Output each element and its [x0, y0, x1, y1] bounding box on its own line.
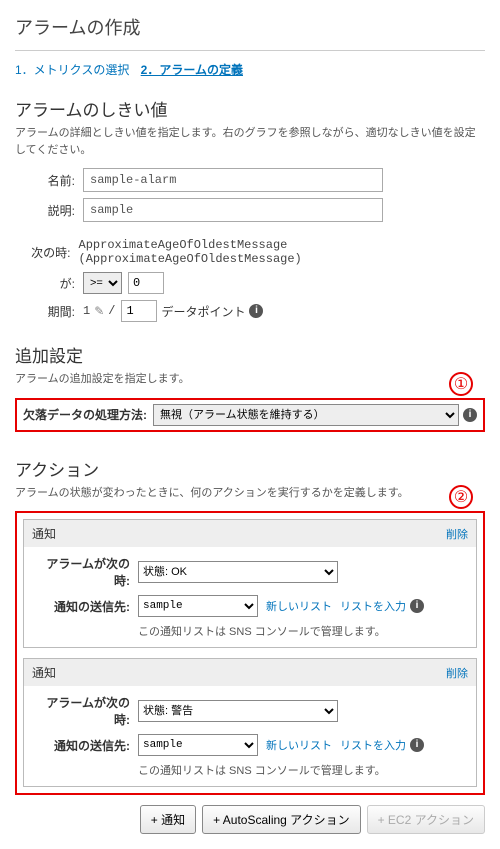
notify-title: 通知	[32, 525, 56, 542]
add-autoscaling-button[interactable]: + AutoScaling アクション	[202, 805, 360, 834]
new-list-link[interactable]: 新しいリスト	[266, 598, 332, 614]
threshold-heading: アラームのしきい値	[15, 96, 485, 121]
callout-actions: ② 通知 削除 アラームが次の時: 状態: OK 通知の送信先: sample	[15, 511, 485, 795]
threshold-desc: アラームの詳細としきい値を指定します。右のグラフを参照しながら、適切なしきい値を…	[15, 125, 485, 158]
step-metrics[interactable]: 1．メトリクスの選択	[15, 63, 129, 77]
when-label: 次の時:	[15, 244, 71, 261]
state-select[interactable]: 状態: 警告	[138, 700, 338, 722]
dest-label: 通知の送信先:	[34, 737, 130, 754]
period-label: 期間:	[15, 303, 75, 320]
info-icon[interactable]: i	[463, 408, 477, 422]
dest-select[interactable]: sample	[138, 595, 258, 617]
metric-name: ApproximateAgeOfOldestMessage (Approxima…	[79, 238, 485, 266]
add-ec2-button: + EC2 アクション	[367, 805, 485, 834]
threshold-input[interactable]	[128, 272, 164, 294]
divider	[15, 50, 485, 51]
alarm-when-label: アラームが次の時:	[34, 555, 130, 589]
callout-marker-1: ①	[449, 372, 473, 396]
enter-list-link[interactable]: リストを入力	[340, 598, 406, 614]
step-define-alarm[interactable]: 2．アラームの定義	[141, 63, 243, 77]
edit-icon[interactable]: ✎	[94, 304, 104, 318]
delete-link[interactable]: 削除	[446, 526, 468, 542]
new-list-link[interactable]: 新しいリスト	[266, 737, 332, 753]
is-label: が:	[15, 275, 75, 292]
add-notification-button[interactable]: + 通知	[140, 805, 196, 834]
dest-label: 通知の送信先:	[34, 598, 130, 615]
info-icon[interactable]: i	[410, 738, 424, 752]
name-label: 名前:	[15, 172, 75, 189]
info-icon[interactable]: i	[249, 304, 263, 318]
notify-title: 通知	[32, 664, 56, 681]
enter-list-link[interactable]: リストを入力	[340, 737, 406, 753]
alarm-when-label: アラームが次の時:	[34, 694, 130, 728]
sns-note: この通知リストは SNS コンソールで管理します。	[138, 623, 466, 639]
period-n1: 1	[83, 304, 90, 318]
operator-select[interactable]: >=	[83, 272, 122, 294]
actions-desc: アラームの状態が変わったときに、何のアクションを実行するかを定義します。	[15, 485, 485, 502]
period-slash: /	[108, 304, 115, 318]
actions-heading: アクション	[15, 456, 485, 481]
page-title: アラームの作成	[15, 14, 485, 40]
notify-block: 通知 削除 アラームが次の時: 状態: 警告 通知の送信先: sample 新し…	[23, 658, 477, 787]
additional-desc: アラームの追加設定を指定します。	[15, 371, 485, 388]
desc-label: 説明:	[15, 202, 75, 219]
additional-heading: 追加設定	[15, 342, 485, 367]
desc-input[interactable]	[83, 198, 383, 222]
callout-missing-data: ① 欠落データの処理方法: 無視（アラーム状態を維持する） i	[15, 398, 485, 432]
period-unit: データポイント	[161, 303, 245, 320]
missing-data-select[interactable]: 無視（アラーム状態を維持する）	[153, 404, 459, 426]
name-input[interactable]	[83, 168, 383, 192]
info-icon[interactable]: i	[410, 599, 424, 613]
state-select[interactable]: 状態: OK	[138, 561, 338, 583]
sns-note: この通知リストは SNS コンソールで管理します。	[138, 762, 466, 778]
notify-block: 通知 削除 アラームが次の時: 状態: OK 通知の送信先: sample 新し…	[23, 519, 477, 648]
period-n2-input[interactable]	[121, 300, 157, 322]
wizard-steps: 1．メトリクスの選択 2．アラームの定義	[15, 61, 485, 78]
delete-link[interactable]: 削除	[446, 665, 468, 681]
dest-select[interactable]: sample	[138, 734, 258, 756]
callout-marker-2: ②	[449, 485, 473, 509]
missing-data-label: 欠落データの処理方法:	[23, 406, 147, 423]
